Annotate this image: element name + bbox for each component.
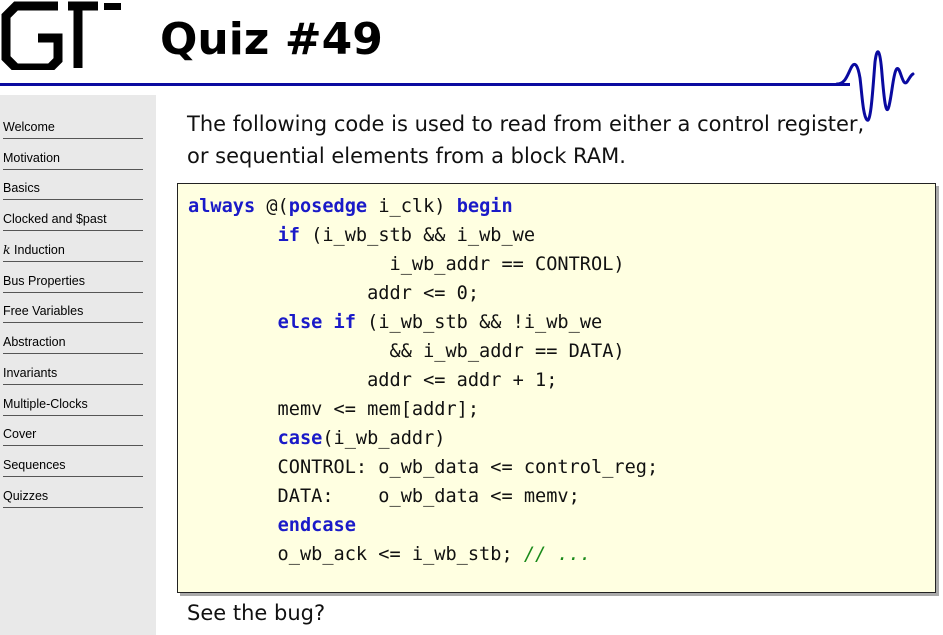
code-token: addr <= addr + 1; — [188, 370, 558, 391]
code-keyword: else — [277, 312, 323, 333]
code-token: (i_wb_stb && i_wb_we — [299, 225, 536, 246]
sidebar-item-welcome[interactable]: Welcome — [3, 116, 143, 139]
code-keyword: posedge — [288, 196, 368, 217]
sidebar-item-label: Invariants — [3, 366, 58, 380]
code-token: CONTROL: o_wb_data <= control_reg; — [188, 457, 659, 478]
sidebar-item-clocked-and-past[interactable]: Clocked and $past — [3, 208, 143, 231]
code-token: i_wb_addr == CONTROL) — [188, 254, 625, 275]
code-line: CONTROL: o_wb_data <= control_reg; — [188, 453, 659, 482]
sidebar-item-sequences[interactable]: Sequences — [3, 454, 143, 477]
sidebar-item-quizzes[interactable]: Quizzes — [3, 485, 143, 508]
sidebar-item-label: Induction — [10, 243, 65, 257]
code-token: o_wb_ack <= i_wb_stb; — [188, 544, 524, 565]
sidebar-item-label: Bus Properties — [3, 274, 85, 288]
code-line: case(i_wb_addr) — [188, 424, 658, 453]
sidebar-item-label: Quizzes — [3, 489, 49, 503]
slide-title: Quiz #49 — [160, 14, 383, 65]
code-keyword: always — [188, 196, 256, 217]
code-token: DATA: o_wb_data <= memv; — [188, 486, 580, 507]
sidebar-item-multiple-clocks[interactable]: Multiple-Clocks — [3, 393, 143, 416]
sidebar-item-label-variable: k — [3, 242, 11, 257]
sidebar-item-abstraction[interactable]: Abstraction — [3, 331, 143, 354]
code-line: memv <= mem[addr]; — [188, 395, 658, 424]
code-token: (i_wb_stb && !i_wb_we — [355, 312, 603, 333]
code-line: if (i_wb_stb && i_wb_we — [188, 221, 658, 250]
code-line: DATA: o_wb_data <= memv; — [188, 482, 658, 511]
gt-logo — [1, 1, 121, 70]
sidebar-item-label: Multiple-Clocks — [3, 397, 88, 411]
code-token: i_clk) — [367, 196, 457, 217]
sidebar-item-label: Motivation — [3, 151, 60, 165]
code-line: else if (i_wb_stb && !i_wb_we — [188, 308, 658, 337]
code-token: (i_wb_addr) — [322, 428, 446, 449]
code-comment: // ... — [523, 544, 592, 565]
slide-header: Quiz #49 — [0, 0, 943, 122]
code-keyword: if — [277, 225, 300, 246]
sidebar-item-basics[interactable]: Basics — [3, 177, 143, 200]
header-divider — [0, 83, 850, 86]
code-line: addr <= 0; — [188, 279, 658, 308]
code-keyword: if — [333, 312, 356, 333]
sidebar-item-label: Basics — [3, 181, 40, 195]
code-line: always @(posedge i_clk) begin — [188, 192, 658, 221]
sidebar-item-cover[interactable]: Cover — [3, 423, 143, 446]
intro-line: or sequential elements from a block RAM. — [187, 144, 626, 168]
slide-intro-text: The following code is used to read from … — [187, 108, 943, 172]
sidebar-item-label: Free Variables — [3, 304, 84, 318]
sidebar-item-label: Abstraction — [3, 335, 66, 349]
code-line: addr <= addr + 1; — [188, 366, 658, 395]
code-token: addr <= 0; — [188, 283, 480, 304]
code-keyword: case — [277, 428, 323, 449]
code-token: && i_wb_addr == DATA) — [188, 341, 625, 362]
code-token: memv <= mem[addr]; — [188, 399, 480, 420]
sidebar-item-motivation[interactable]: Motivation — [3, 147, 143, 170]
sidebar-nav: Welcome Motivation Basics Clocked and $p… — [0, 95, 156, 635]
sidebar-item-bus-properties[interactable]: Bus Properties — [3, 270, 143, 293]
sidebar-item-label: Clocked and $past — [3, 212, 107, 226]
verilog-code-block: always @(posedge i_clk) begin if (i_wb_s… — [188, 192, 658, 569]
code-line: o_wb_ack <= i_wb_stb; // ... — [188, 540, 658, 569]
sidebar-item-label: Sequences — [3, 458, 66, 472]
code-listing-box: always @(posedge i_clk) begin if (i_wb_s… — [177, 183, 936, 593]
slide-outro-text: See the bug? — [187, 601, 326, 625]
code-line: endcase — [188, 511, 658, 540]
sidebar-item-invariants[interactable]: Invariants — [3, 362, 143, 385]
intro-line: The following code is used to read from … — [187, 112, 865, 136]
sidebar-item-label: Welcome — [3, 120, 55, 134]
sidebar-item-free-variables[interactable]: Free Variables — [3, 300, 143, 323]
code-keyword: endcase — [277, 515, 356, 536]
sidebar-item-k-induction[interactable]: k Induction — [3, 239, 143, 262]
code-keyword: begin — [456, 196, 513, 217]
code-line: && i_wb_addr == DATA) — [188, 337, 658, 366]
code-line: i_wb_addr == CONTROL) — [188, 250, 658, 279]
code-token: @( — [255, 196, 289, 217]
sidebar-item-label: Cover — [3, 427, 37, 441]
